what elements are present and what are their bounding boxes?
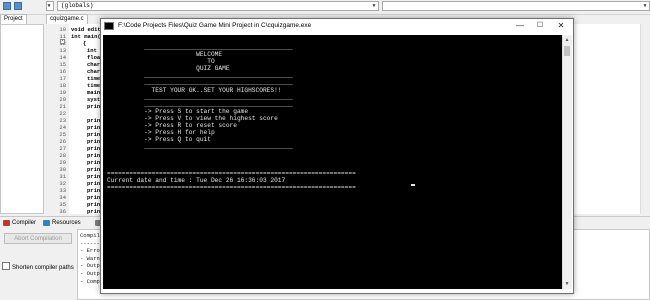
project-panel[interactable] <box>0 24 44 214</box>
editor-scrollbar[interactable] <box>640 24 650 214</box>
line-number: 35 <box>59 201 66 208</box>
console-line: ________________________________________ <box>107 44 293 51</box>
line-number: 14 <box>59 54 66 61</box>
line-number: 25 <box>59 131 66 138</box>
checkbox-icon[interactable] <box>2 262 10 270</box>
maximize-button[interactable]: ☐ <box>531 19 549 33</box>
line-number: 28 <box>59 152 66 159</box>
abort-compilation-button[interactable]: Abort Compilation <box>4 233 72 244</box>
console-line: TO <box>107 58 215 65</box>
line-number: 32 <box>59 180 66 187</box>
code-line: char <box>87 68 101 75</box>
console-line: -> Press H for help <box>107 129 215 136</box>
shorten-paths-label: Shorten compiler paths <box>12 265 74 271</box>
resources-icon <box>43 220 50 226</box>
line-number: 19 <box>59 89 66 96</box>
line-number: 22 <box>59 110 66 117</box>
compiler-icon <box>3 220 10 226</box>
line-number: 34 <box>59 194 66 201</box>
line-number: 18 <box>59 82 66 89</box>
line-number: 31 <box>59 173 66 180</box>
console-line: QUIZ GAME <box>107 65 230 72</box>
tab-resources[interactable]: Resources <box>42 218 81 228</box>
line-number: 10 <box>59 26 66 33</box>
scope-combo[interactable]: (globals) ▼ <box>57 1 379 11</box>
tab-compiler[interactable]: Compiler <box>2 218 36 228</box>
line-number: 24 <box>59 124 66 131</box>
chevron-down-icon: ▼ <box>47 3 51 9</box>
console-line: ________________________________________ <box>107 79 293 86</box>
log-line: - Erro <box>80 247 100 255</box>
line-number: 21 <box>59 103 66 110</box>
console-line: ________________________________________ <box>107 72 293 79</box>
tab-project[interactable]: Project <box>0 14 27 24</box>
console-line: TEST YOUR GK..SET YOUR HIGHSCORES!! <box>107 87 282 94</box>
scroll-down-icon[interactable]: ▼ <box>562 280 572 288</box>
tab-label: Compiler <box>12 220 37 226</box>
line-number: 33 <box>59 187 66 194</box>
line-number: 29 <box>59 159 66 166</box>
log-line: Compil <box>80 232 100 239</box>
console-line: ========================================… <box>107 170 356 177</box>
code-line: char <box>87 61 101 68</box>
console-line: WELCOME <box>107 51 223 58</box>
chevron-down-icon: ▼ <box>372 3 376 9</box>
console-app-icon <box>104 22 114 30</box>
console-line: Current date and time : Tue Dec 26 16:36… <box>107 177 286 184</box>
minimize-button[interactable]: — <box>511 19 529 33</box>
project-panel-tabs: Project <box>0 14 46 24</box>
chevron-down-icon: ▼ <box>643 3 647 9</box>
console-cursor <box>411 184 415 186</box>
line-number: 15 <box>59 61 66 68</box>
console-line: -> Press Q to quit <box>107 136 211 143</box>
scope-combo-value: (globals) <box>61 2 94 9</box>
console-scrollbar[interactable] <box>562 35 572 289</box>
close-button[interactable]: ✕ <box>552 19 570 33</box>
shorten-paths-checkbox[interactable]: Shorten compiler paths <box>2 262 74 272</box>
console-title: F:\Code Projects Files\Quiz Game Mini Pr… <box>118 22 312 29</box>
tab-cquizgame[interactable]: cquizgame.c <box>46 14 88 24</box>
console-line: -> Press S to start the game <box>107 108 249 115</box>
line-number-gutter: 1011121314151617181920212223242526272829… <box>46 24 68 222</box>
console-line: ________________________________________ <box>107 94 293 101</box>
line-number: 16 <box>59 68 66 75</box>
line-number: 30 <box>59 166 66 173</box>
scroll-up-icon[interactable]: ▲ <box>562 36 572 44</box>
line-number: 26 <box>59 138 66 145</box>
line-number: 13 <box>59 47 66 54</box>
tab-label: Resources <box>52 220 81 226</box>
code-line: { <box>83 40 87 47</box>
console-line: ========================================… <box>107 184 356 191</box>
console-line: ________________________________________ <box>107 101 293 108</box>
line-number: 27 <box>59 145 66 152</box>
fold-toggle-icon[interactable]: - <box>60 39 65 44</box>
function-combo[interactable]: ▼ <box>382 1 650 11</box>
console-line: ________________________________________ <box>107 143 293 150</box>
line-number: 17 <box>59 75 66 82</box>
console-scrollbar-thumb[interactable] <box>564 46 570 56</box>
class-combo[interactable]: ▼ <box>46 1 54 11</box>
line-number: 36 <box>59 208 66 215</box>
toolbar-button-icon[interactable] <box>3 2 11 10</box>
toolbar-button-icon[interactable] <box>14 2 22 10</box>
console-line: -> Press V to view the highest score <box>107 115 278 122</box>
editor-tabs: cquizgame.c <box>46 14 88 24</box>
line-number: 20 <box>59 96 66 103</box>
console-line: -> Press R to reset score <box>107 122 237 129</box>
line-number: 23 <box>59 117 66 124</box>
